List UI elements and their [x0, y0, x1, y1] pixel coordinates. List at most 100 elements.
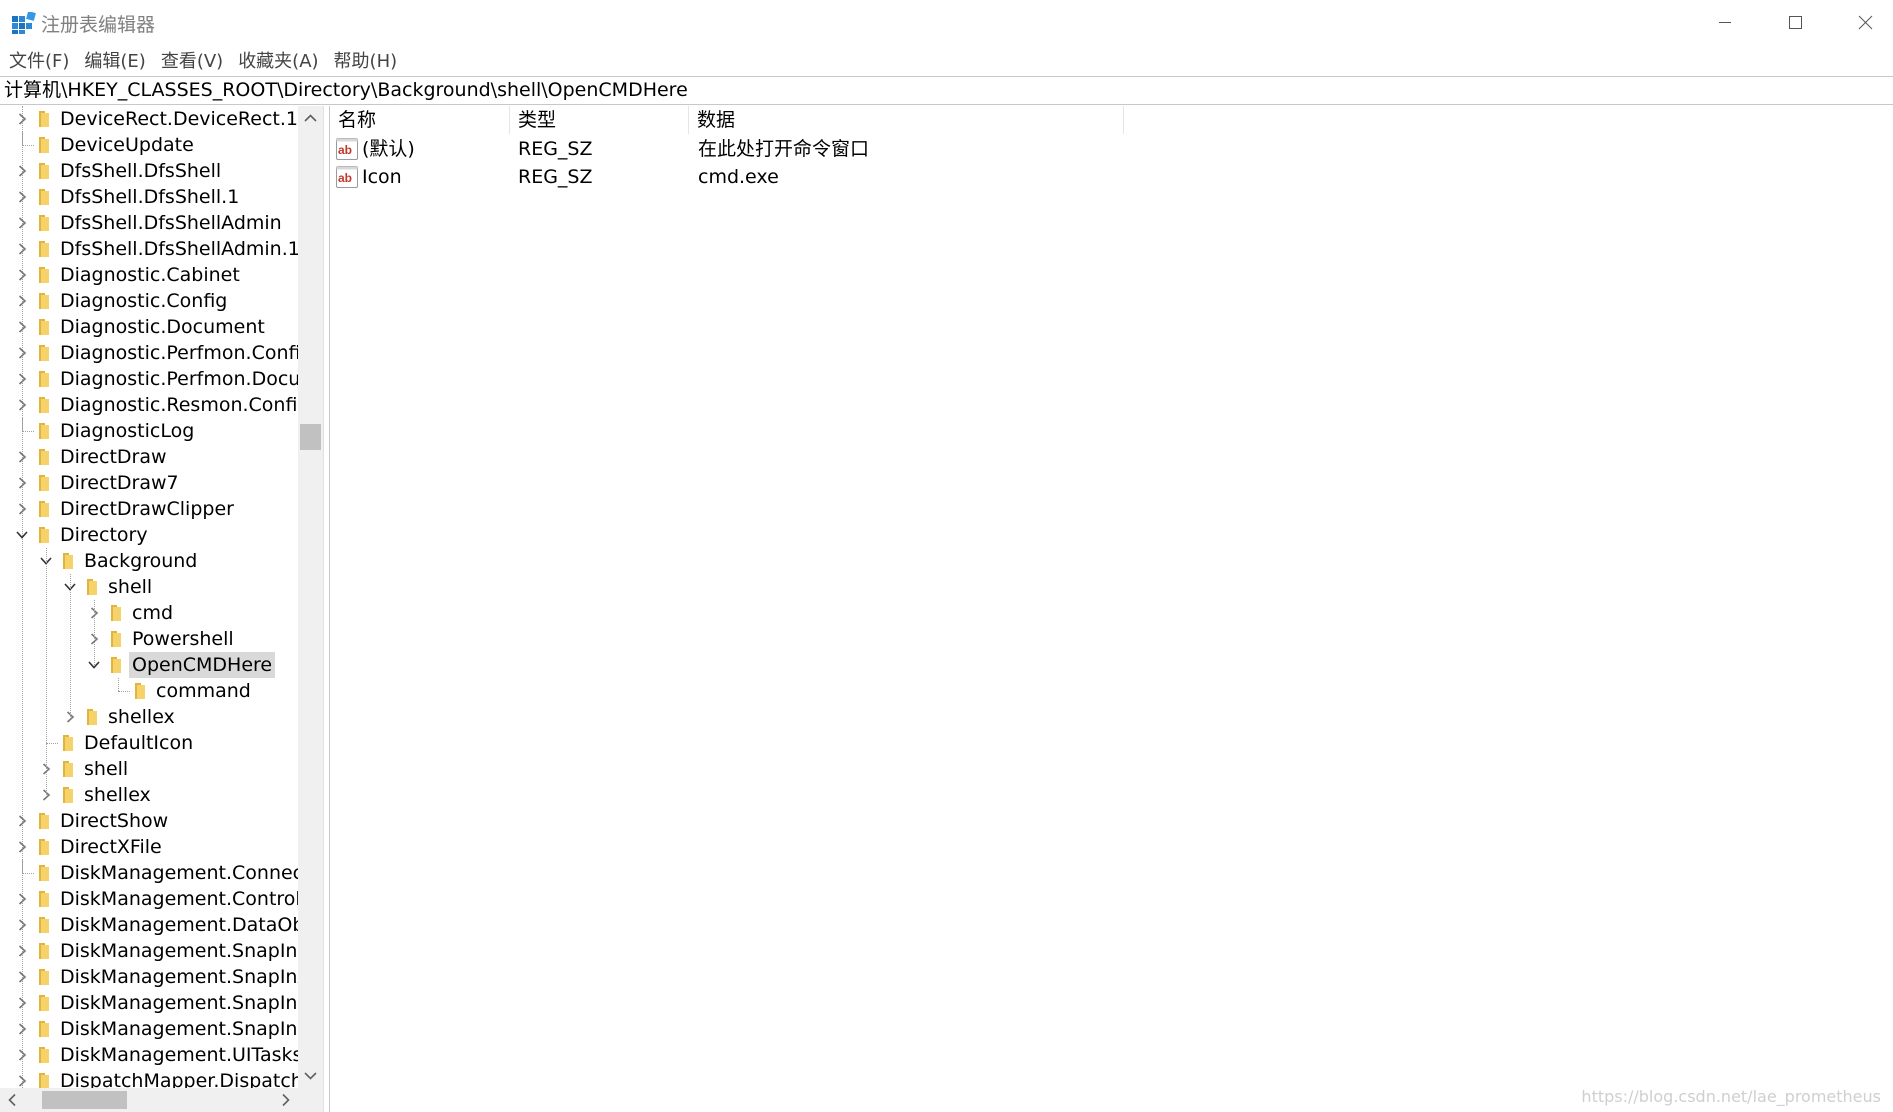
- tree-item[interactable]: Diagnostic.Perfmon.Docum: [0, 366, 319, 392]
- tree-vertical-scroll-thumb[interactable]: [300, 424, 321, 450]
- tree-item[interactable]: DirectDraw: [0, 444, 298, 470]
- chevron-right-icon[interactable]: [15, 944, 29, 958]
- column-header-type[interactable]: 类型: [510, 106, 689, 134]
- tree-item-label[interactable]: DirectDraw: [57, 444, 170, 470]
- minimize-icon[interactable]: [1695, 0, 1755, 45]
- tree-item[interactable]: DirectDraw7: [0, 470, 298, 496]
- tree-item-label[interactable]: DfsShell.DfsShell.1: [57, 184, 242, 210]
- value-row[interactable]: ab (默认) REG_SZ 在此处打开命令窗口: [330, 135, 1893, 163]
- tree-item[interactable]: Diagnostic.Document: [0, 314, 298, 340]
- chevron-right-icon[interactable]: [15, 320, 29, 334]
- tree-horizontal-scrollbar[interactable]: [0, 1088, 298, 1112]
- tree-item[interactable]: cmd: [0, 600, 298, 626]
- tree-item[interactable]: DirectShow: [0, 808, 298, 834]
- tree-item-label[interactable]: DefaultIcon: [81, 730, 196, 756]
- tree-item[interactable]: DiskManagement.UITasks: [0, 1042, 302, 1068]
- chevron-right-icon[interactable]: [15, 242, 29, 256]
- chevron-right-icon[interactable]: [15, 294, 29, 308]
- tree-item[interactable]: DeviceRect.DeviceRect.1: [0, 106, 298, 132]
- tree-item-label[interactable]: DiskManagement.Control: [57, 886, 304, 912]
- tree-item[interactable]: DfsShell.DfsShell.1: [0, 184, 298, 210]
- tree-item-label[interactable]: DiagnosticLog: [57, 418, 197, 444]
- chevron-right-icon[interactable]: [15, 164, 29, 178]
- scroll-up-arrow-icon[interactable]: [298, 106, 323, 131]
- tree-item-label[interactable]: DirectXFile: [57, 834, 165, 860]
- chevron-right-icon[interactable]: [15, 190, 29, 204]
- tree-item-label[interactable]: Powershell: [129, 626, 237, 652]
- tree-item[interactable]: DfsShell.DfsShellAdmin: [0, 210, 298, 236]
- chevron-right-icon[interactable]: [15, 814, 29, 828]
- tree-item[interactable]: DiskManagement.SnapInCo: [0, 990, 322, 1016]
- chevron-right-icon[interactable]: [15, 918, 29, 932]
- chevron-right-icon[interactable]: [15, 892, 29, 906]
- tree-item-label[interactable]: Diagnostic.Config: [57, 288, 230, 314]
- chevron-right-icon[interactable]: [15, 398, 29, 412]
- key-tree[interactable]: DeviceRect.DeviceRect.1 DeviceUpdate DfsSh…: [0, 106, 323, 1112]
- tree-item-label[interactable]: Background: [81, 548, 200, 574]
- tree-item[interactable]: Diagnostic.Resmon.Config: [0, 392, 310, 418]
- tree-item[interactable]: Powershell: [0, 626, 298, 652]
- tree-horizontal-scroll-thumb[interactable]: [42, 1091, 127, 1109]
- chevron-down-icon[interactable]: [15, 528, 29, 542]
- tree-item-label[interactable]: DiskManagement.DataObje: [57, 912, 323, 938]
- chevron-right-icon[interactable]: [15, 1074, 29, 1088]
- tree-item[interactable]: DiskManagement.DataObje: [0, 912, 321, 938]
- tree-item-label[interactable]: DiskManagement.SnapInAb: [57, 964, 323, 990]
- tree-item-label[interactable]: DirectDraw7: [57, 470, 182, 496]
- tree-item[interactable]: Diagnostic.Cabinet: [0, 262, 298, 288]
- menu-view[interactable]: 查看(V): [161, 47, 223, 73]
- tree-item-label[interactable]: DirectShow: [57, 808, 171, 834]
- tree-item-label[interactable]: DiskManagement.Connecti: [57, 860, 319, 886]
- tree-item-label[interactable]: DeviceRect.DeviceRect.1: [57, 106, 301, 132]
- menu-file[interactable]: 文件(F): [9, 47, 69, 73]
- tree-item-label[interactable]: DfsShell.DfsShellAdmin.1: [57, 236, 303, 262]
- tree-item-label[interactable]: Diagnostic.Resmon.Config: [57, 392, 313, 418]
- menu-edit[interactable]: 编辑(E): [84, 47, 145, 73]
- column-header-name[interactable]: 名称: [330, 106, 510, 134]
- tree-item[interactable]: DiskManagement.Connecti: [0, 860, 316, 886]
- tree-item[interactable]: DirectXFile: [0, 834, 298, 860]
- tree-item-label[interactable]: DeviceUpdate: [57, 132, 197, 158]
- tree-item[interactable]: DefaultIcon: [0, 730, 298, 756]
- tree-item[interactable]: DiskManagement.SnapInEx: [0, 1016, 321, 1042]
- tree-item[interactable]: shell: [0, 756, 298, 782]
- tree-item[interactable]: Diagnostic.Perfmon.Config: [0, 340, 313, 366]
- tree-item[interactable]: Diagnostic.Config: [0, 288, 298, 314]
- tree-item-label[interactable]: shell: [81, 756, 131, 782]
- tree-item-label[interactable]: command: [153, 678, 254, 704]
- chevron-right-icon[interactable]: [15, 1022, 29, 1036]
- scroll-left-arrow-icon[interactable]: [0, 1088, 25, 1112]
- tree-item-label[interactable]: Diagnostic.Perfmon.Docum: [57, 366, 322, 392]
- tree-item[interactable]: Directory: [0, 522, 298, 548]
- menu-favorites[interactable]: 收藏夹(A): [238, 47, 318, 73]
- tree-item-label[interactable]: DiskManagement.SnapInCo: [57, 990, 323, 1016]
- tree-item-label[interactable]: Directory: [57, 522, 151, 548]
- tree-item[interactable]: shell: [0, 574, 298, 600]
- tree-item[interactable]: DfsShell.DfsShell: [0, 158, 298, 184]
- scroll-right-arrow-icon[interactable]: [273, 1088, 298, 1112]
- maximize-icon[interactable]: [1765, 0, 1825, 45]
- menu-help[interactable]: 帮助(H): [334, 47, 398, 73]
- tree-item-label[interactable]: Diagnostic.Document: [57, 314, 268, 340]
- tree-item-label[interactable]: DirectDrawClipper: [57, 496, 237, 522]
- tree-item[interactable]: command: [0, 678, 298, 704]
- tree-item[interactable]: shellex: [0, 704, 298, 730]
- tree-item[interactable]: DfsShell.DfsShellAdmin.1: [0, 236, 300, 262]
- tree-item-label[interactable]: Diagnostic.Cabinet: [57, 262, 243, 288]
- value-row[interactable]: ab Icon REG_SZ cmd.exe: [330, 163, 1893, 191]
- tree-item-label[interactable]: DiskManagement.SnapInEx: [57, 1016, 323, 1042]
- tree-item-label[interactable]: OpenCMDHere: [129, 652, 276, 678]
- tree-item[interactable]: DiskManagement.SnapIn: [0, 938, 298, 964]
- close-icon[interactable]: [1835, 0, 1893, 45]
- chevron-right-icon[interactable]: [15, 996, 29, 1010]
- tree-item[interactable]: DirectDrawClipper: [0, 496, 298, 522]
- tree-item-label[interactable]: shellex: [105, 704, 178, 730]
- values-list[interactable]: 名称 类型 数据 ab (默认) REG_SZ 在此处打开命令窗口 ab Ico…: [330, 106, 1893, 1112]
- tree-item-label[interactable]: Diagnostic.Perfmon.Config: [57, 340, 316, 366]
- chevron-right-icon[interactable]: [15, 840, 29, 854]
- tree-item[interactable]: OpenCMDHere: [0, 652, 298, 678]
- chevron-right-icon[interactable]: [15, 1048, 29, 1062]
- tree-item-label[interactable]: DfsShell.DfsShellAdmin: [57, 210, 285, 236]
- chevron-right-icon[interactable]: [15, 476, 29, 490]
- tree-item-label[interactable]: DiskManagement.SnapIn: [57, 938, 300, 964]
